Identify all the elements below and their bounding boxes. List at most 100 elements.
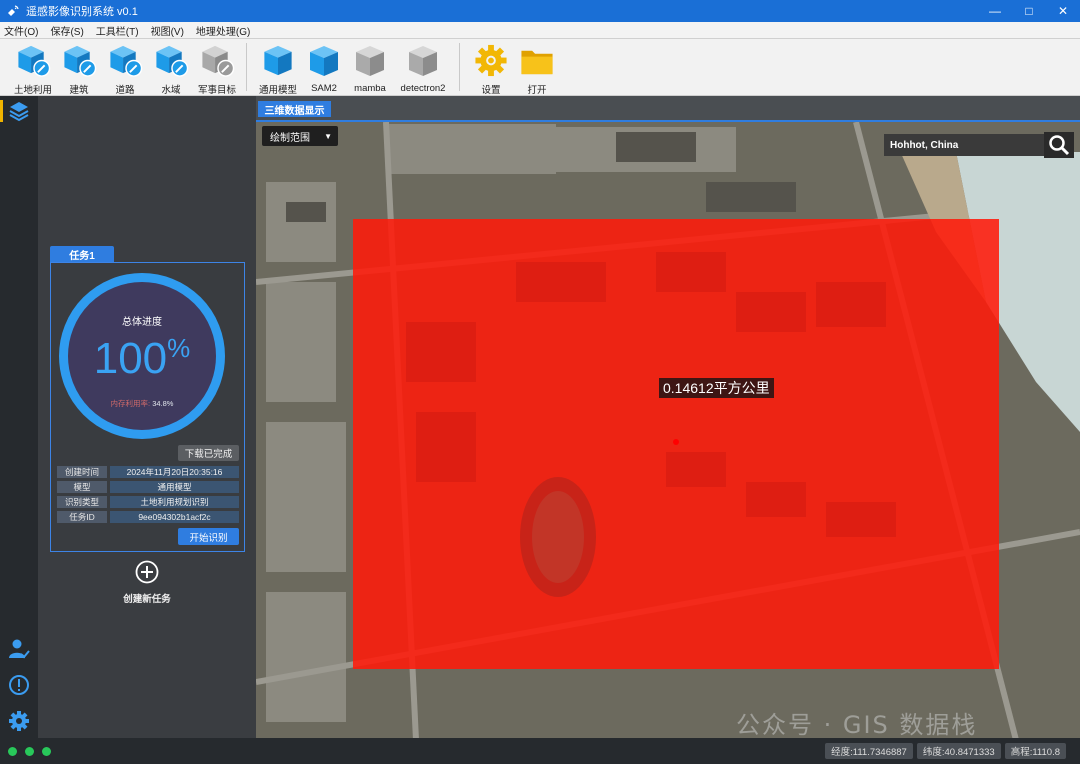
draw-range-value: 绘制范围 — [270, 132, 310, 144]
create-task-button[interactable]: 创建新任务 — [114, 560, 180, 605]
info-value: 土地利用规划识别 — [110, 496, 239, 508]
info-key: 任务ID — [57, 511, 107, 523]
create-task-label: 创建新任务 — [123, 594, 171, 605]
tool-general-model-button[interactable]: 通用模型 — [255, 39, 301, 96]
gear-icon — [475, 44, 507, 77]
info-key: 识别类型 — [57, 496, 107, 508]
plus-circle-icon — [135, 560, 159, 584]
info-value: 通用模型 — [110, 481, 239, 493]
task-tab[interactable]: 任务1 — [50, 246, 114, 262]
tool-label: detectron2 — [400, 83, 446, 94]
memory-value: 34.8% — [152, 399, 174, 408]
tool-label: mamba — [354, 83, 386, 94]
cube-icon — [310, 46, 338, 76]
progress-number: 100 — [93, 334, 168, 383]
toolbar-divider — [246, 43, 247, 91]
longitude-readout: 经度:111.7346887 — [825, 743, 913, 759]
memory-usage: 内存利用率: 34.8% — [59, 398, 225, 409]
tool-water-button[interactable]: 水域 — [148, 39, 194, 96]
toolbar-divider — [459, 43, 460, 91]
info-row: 任务ID 9ee094302b1acf2c — [57, 511, 239, 523]
tab-3d-view[interactable]: 三维数据显示 — [258, 101, 331, 117]
status-bar: 经度:111.7346887 纬度:40.8471333 高程:1110.8 — [0, 738, 1080, 764]
download-complete-button[interactable]: 下载已完成 — [178, 445, 239, 461]
info-key: 创建时间 — [57, 466, 107, 478]
search-icon[interactable] — [1044, 132, 1074, 158]
progress-gauge: 总体进度 100% 内存利用率: 34.8% — [59, 273, 225, 439]
memory-label: 内存利用率: — [110, 399, 151, 408]
draw-range-select[interactable]: 绘制范围 ▼ — [262, 126, 338, 146]
progress-title: 总体进度 — [122, 317, 162, 328]
side-rail — [0, 96, 38, 738]
satellite-imagery — [256, 122, 1080, 738]
cube-edit-icon — [110, 45, 143, 77]
menu-save[interactable]: 保存(S) — [50, 23, 83, 38]
cube-icon — [356, 46, 384, 76]
menu-toolbar[interactable]: 工具栏(T) — [96, 23, 139, 38]
toolbar: 土地利用 建筑 道路 水域 军事目标 通用模型 SAM2 mamba detec… — [0, 39, 1080, 96]
tool-road-button[interactable]: 道路 — [102, 39, 148, 96]
tool-label: 水域 — [161, 85, 181, 96]
cube-edit-icon — [18, 45, 51, 77]
close-icon[interactable]: ✕ — [1046, 0, 1080, 22]
layers-icon[interactable] — [6, 98, 32, 124]
map-view[interactable]: 绘制范围 ▼ Hohhot, China 0.14612平方公里 公众号 · G… — [256, 120, 1080, 738]
progress-value: 100% — [59, 333, 225, 384]
menu-file[interactable]: 文件(O) — [4, 23, 38, 38]
satellite-icon — [8, 5, 19, 16]
active-indicator — [0, 100, 3, 122]
cube-edit-icon — [64, 45, 97, 77]
tool-label: 道路 — [115, 85, 135, 96]
chevron-down-icon: ▼ — [324, 131, 332, 141]
tool-label: 土地利用 — [13, 85, 52, 96]
info-value: 2024年11月20日20:35:16 — [110, 466, 239, 478]
tool-settings-button[interactable]: 设置 — [468, 39, 514, 96]
maximize-icon[interactable]: □ — [1012, 0, 1046, 22]
watermark: 公众号 · GIS 数据栈 — [736, 711, 978, 738]
minimize-icon[interactable]: — — [978, 0, 1012, 22]
title-bar: 遥感影像识别系统 v0.1 — □ ✕ — [0, 0, 1080, 22]
folder-icon — [521, 50, 553, 75]
map-area: 三维数据显示 绘制范围 ▼ Hohhot, China 0.14612平方公里 … — [256, 96, 1080, 738]
info-row: 创建时间 2024年11月20日20:35:16 — [57, 466, 239, 478]
tool-label: 通用模型 — [258, 85, 297, 96]
settings-gear-icon[interactable] — [6, 708, 32, 734]
alert-icon[interactable] — [6, 672, 32, 698]
elevation-readout: 高程:1110.8 — [1004, 743, 1066, 759]
tool-label: SAM2 — [311, 83, 337, 94]
cube-icon — [409, 46, 437, 76]
tool-label: 军事目标 — [197, 85, 236, 96]
start-recognition-button[interactable]: 开始识别 — [178, 528, 239, 545]
status-dot — [8, 746, 17, 756]
cube-edit-icon — [202, 45, 235, 77]
status-dot — [42, 746, 51, 756]
info-row: 模型 通用模型 — [57, 481, 239, 493]
tool-sam2-button[interactable]: SAM2 — [301, 39, 347, 96]
info-key: 模型 — [57, 481, 107, 493]
menu-geoprocessing[interactable]: 地理处理(G) — [196, 23, 250, 38]
tool-mamba-button[interactable]: mamba — [347, 39, 393, 96]
menu-view[interactable]: 视图(V) — [151, 23, 184, 38]
tool-open-button[interactable]: 打开 — [514, 39, 560, 96]
tool-label: 打开 — [527, 85, 547, 96]
latitude-readout: 纬度:40.8471333 — [916, 743, 1001, 759]
cube-edit-icon — [156, 45, 189, 77]
tool-land-use-button[interactable]: 土地利用 — [10, 39, 56, 96]
area-measurement-label: 0.14612平方公里 — [659, 378, 774, 398]
progress-unit: % — [167, 333, 191, 363]
task-panel: 任务1 总体进度 100% 内存利用率: 34.8% 下载已完成 创建时间 20… — [38, 96, 256, 738]
window-title: 遥感影像识别系统 v0.1 — [26, 6, 138, 18]
tool-military-button[interactable]: 军事目标 — [194, 39, 240, 96]
tool-label: 设置 — [481, 85, 501, 96]
user-check-icon[interactable] — [6, 636, 32, 662]
info-row: 识别类型 土地利用规划识别 — [57, 496, 239, 508]
tool-detectron2-button[interactable]: detectron2 — [393, 39, 453, 96]
tool-label: 建筑 — [69, 85, 89, 96]
status-dot — [25, 746, 34, 756]
location-search-input[interactable]: Hohhot, China — [884, 134, 1044, 156]
info-value: 9ee094302b1acf2c — [110, 511, 239, 523]
tool-building-button[interactable]: 建筑 — [56, 39, 102, 96]
menu-bar: 文件(O) 保存(S) 工具栏(T) 视图(V) 地理处理(G) — [0, 22, 1080, 39]
cube-icon — [264, 45, 292, 76]
task-card: 总体进度 100% 内存利用率: 34.8% 下载已完成 创建时间 2024年1… — [50, 262, 245, 552]
